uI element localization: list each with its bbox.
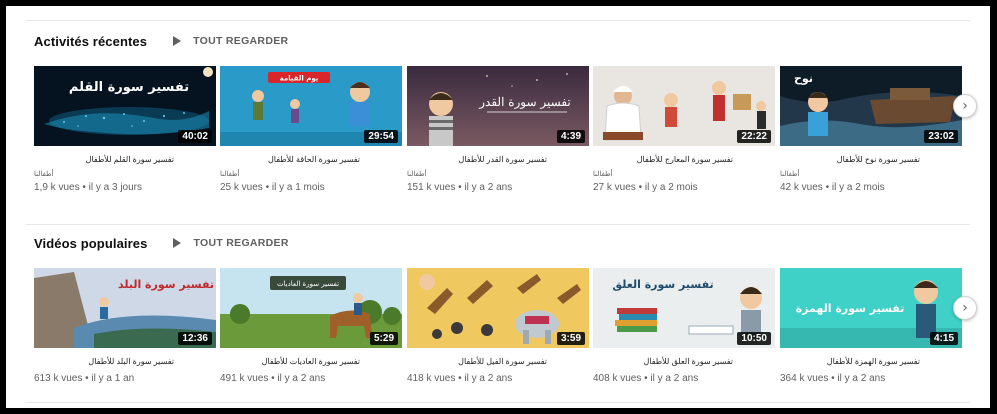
video-card[interactable]: تفسير سورة البلد 12:36 تفسير سورة البلد … — [34, 268, 216, 384]
shelf-header: Vidéos populaires TOUT REGARDER — [34, 232, 974, 254]
video-meta: 151 k vues • il y a 2 ans — [407, 182, 513, 193]
video-thumbnail[interactable]: تفسير سورة العاديات 5:29 — [220, 268, 402, 348]
thumbnail-caption: تفسير سورة القلم — [69, 80, 189, 95]
shelf-title: Activités récentes — [34, 33, 148, 49]
duration-badge: 29:54 — [364, 130, 398, 143]
play-all-button[interactable]: TOUT REGARDER — [173, 35, 288, 47]
thumbnail-caption: تفسير سورة الهمزة — [796, 302, 905, 315]
video-title[interactable]: تفسير سورة القلم للأطفال — [34, 154, 174, 165]
duration-badge: 4:39 — [556, 130, 585, 143]
video-card[interactable]: 3:59 تفسير سورة الفيل للأطفال 418 k vues… — [407, 268, 589, 384]
play-all-button[interactable]: TOUT REGARDER — [173, 237, 288, 249]
video-meta: 491 k vues • il y a 2 ans — [220, 373, 326, 384]
shelf-header: Activités récentes TOUT REGARDER — [34, 30, 974, 52]
video-card[interactable]: نوح 23:02 تفسير سورة نوح للأطفال أطفالنا… — [780, 66, 962, 193]
video-meta: 27 k vues • il y a 2 mois — [593, 182, 698, 193]
thumbnail-caption: تفسير سورة القدر — [478, 95, 570, 109]
thumbnail-caption: نوح — [794, 72, 813, 85]
shelf-recent-activity: Activités récentes TOUT REGARDER تفسير س… — [34, 30, 977, 226]
video-card[interactable]: تفسير سورة القلم 40:02 تفسير سورة القلم … — [34, 66, 216, 193]
video-thumbnail[interactable]: نوح 23:02 — [780, 66, 962, 146]
duration-badge: 4:15 — [929, 332, 958, 345]
channel-name[interactable]: أطفالنا — [780, 170, 810, 178]
video-thumbnail[interactable]: تفسير سورة الهمزة 4:15 — [780, 268, 962, 348]
shelf-popular-videos: Vidéos populaires TOUT REGARDER تفسير سو… — [34, 232, 977, 408]
video-title[interactable]: تفسير سورة القدر للأطفال — [407, 154, 547, 165]
channel-name[interactable]: أطفالنا — [220, 170, 250, 178]
video-title[interactable]: تفسير سورة البلد للأطفال — [34, 356, 174, 367]
video-card[interactable]: تفسير سورة العلق 10:50 تفسير سورة العلق … — [593, 268, 775, 384]
video-meta: 364 k vues • il y a 2 ans — [780, 373, 886, 384]
video-title[interactable]: تفسير سورة المعارج للأطفال — [593, 154, 733, 165]
video-thumbnail[interactable]: تفسير سورة البلد 12:36 — [34, 268, 216, 348]
duration-badge: 22:22 — [737, 130, 771, 143]
video-thumbnail[interactable]: تفسير سورة العلق 10:50 — [593, 268, 775, 348]
video-title[interactable]: تفسير سورة نوح للأطفال — [780, 154, 920, 165]
play-all-label: TOUT REGARDER — [193, 237, 289, 249]
channel-name[interactable]: أطفالنا — [34, 170, 64, 178]
video-thumbnail[interactable]: تفسير سورة القلم 40:02 — [34, 66, 216, 146]
duration-badge: 23:02 — [924, 130, 958, 143]
play-all-label: TOUT REGARDER — [193, 35, 289, 47]
video-meta: 613 k vues • il y a 1 an — [34, 373, 135, 384]
channel-home-panel: Activités récentes TOUT REGARDER تفسير س… — [6, 6, 990, 408]
video-card[interactable]: تفسير سورة القدر 4:39 تفسير سورة القدر ل… — [407, 66, 589, 193]
play-icon — [173, 238, 182, 248]
video-card[interactable]: يوم القيامة 29:54 تفسير سورة الحاقة للأط… — [220, 66, 402, 193]
video-card[interactable]: تفسير سورة العاديات 5:29 تفسير سورة العا… — [220, 268, 402, 384]
thumbnail-caption: تفسير سورة البلد — [118, 278, 214, 291]
video-card[interactable]: 22:22 تفسير سورة المعارج للأطفال أطفالنا… — [593, 66, 775, 193]
duration-badge: 10:50 — [737, 332, 771, 345]
next-button[interactable]: › — [953, 296, 977, 320]
thumbnail-caption: يوم القيامة — [280, 75, 319, 83]
chevron-right-icon: › — [962, 98, 968, 114]
video-row: تفسير سورة القلم 40:02 تفسير سورة القلم … — [34, 66, 977, 226]
video-card[interactable]: تفسير سورة الهمزة 4:15 تفسير سورة الهمزة… — [780, 268, 962, 384]
duration-badge: 40:02 — [178, 130, 212, 143]
video-row: تفسير سورة البلد 12:36 تفسير سورة البلد … — [34, 268, 977, 408]
divider — [26, 20, 970, 21]
shelf-title: Vidéos populaires — [34, 235, 148, 251]
duration-badge: 12:36 — [178, 332, 212, 345]
video-meta: 408 k vues • il y a 2 ans — [593, 373, 699, 384]
video-title[interactable]: تفسير سورة الفيل للأطفال — [407, 356, 547, 367]
play-icon — [173, 36, 182, 46]
chevron-right-icon: › — [962, 300, 968, 316]
thumbnail-caption: تفسير سورة العاديات — [277, 280, 339, 288]
video-meta: 1,9 k vues • il y a 3 jours — [34, 182, 142, 193]
video-title[interactable]: تفسير سورة الحاقة للأطفال — [220, 154, 360, 165]
thumbnail-caption: تفسير سورة العلق — [612, 278, 713, 291]
channel-name[interactable]: أطفالنا — [407, 170, 437, 178]
video-thumbnail[interactable]: يوم القيامة 29:54 — [220, 66, 402, 146]
video-thumbnail[interactable]: تفسير سورة القدر 4:39 — [407, 66, 589, 146]
video-thumbnail[interactable]: 22:22 — [593, 66, 775, 146]
video-meta: 25 k vues • il y a 1 mois — [220, 182, 325, 193]
video-title[interactable]: تفسير سورة العلق للأطفال — [593, 356, 733, 367]
video-title[interactable]: تفسير سورة الهمزة للأطفال — [780, 356, 920, 367]
video-thumbnail[interactable]: 3:59 — [407, 268, 589, 348]
duration-badge: 3:59 — [556, 332, 585, 345]
next-button[interactable]: › — [953, 94, 977, 118]
video-meta: 418 k vues • il y a 2 ans — [407, 373, 513, 384]
video-meta: 42 k vues • il y a 2 mois — [780, 182, 885, 193]
duration-badge: 5:29 — [369, 332, 398, 345]
channel-name[interactable]: أطفالنا — [593, 170, 623, 178]
video-title[interactable]: تفسير سورة العاديات للأطفال — [220, 356, 360, 367]
